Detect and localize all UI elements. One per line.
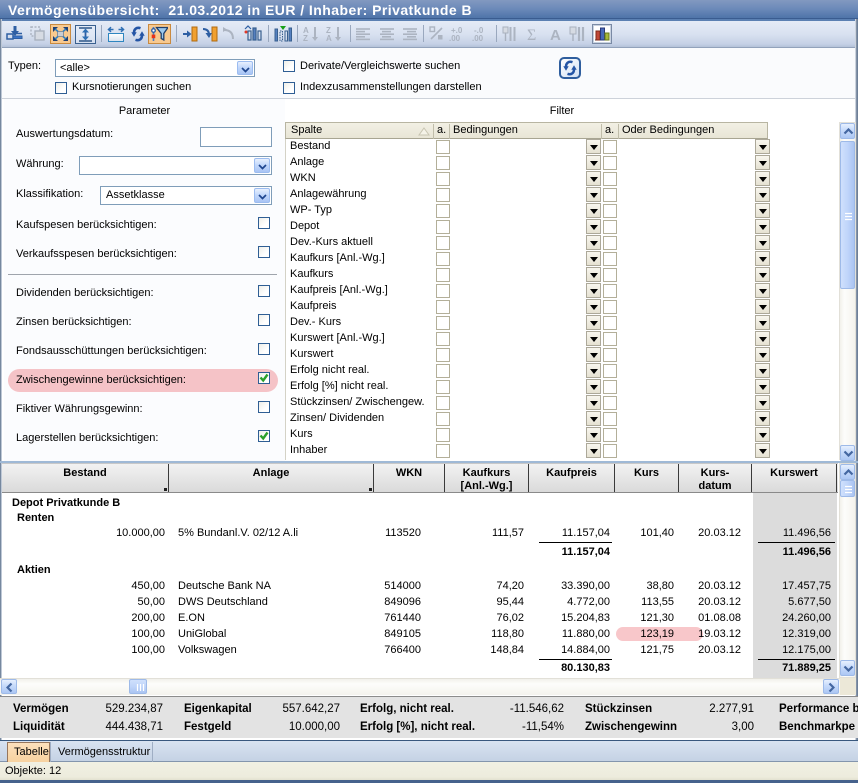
svg-text:.00: .00 [449,34,461,43]
svg-text:.00: .00 [472,34,484,43]
svg-text:Z: Z [303,34,308,43]
svg-text:Σ: Σ [527,27,536,43]
svg-text:A: A [550,27,561,43]
svg-text:A: A [326,34,332,43]
